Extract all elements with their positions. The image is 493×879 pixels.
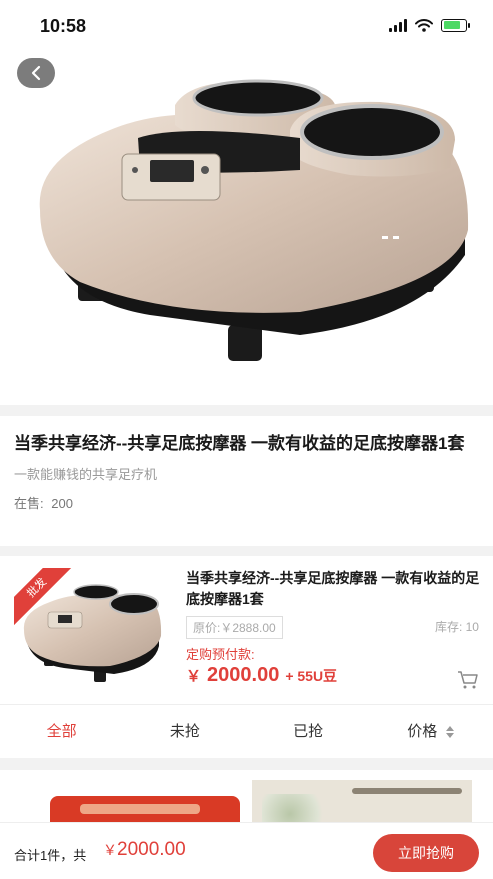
prepay-price: ￥ 2000.00 + 55U豆 (186, 664, 337, 687)
back-button[interactable] (17, 58, 55, 88)
product-thumbnail: 批发 (14, 568, 164, 690)
total-price: ￥ 2000.00 (103, 839, 186, 861)
product-info-card: 当季共享经济--共享足底按摩器 一款有收益的足底按摩器1套 一款能赚钱的共享足疗… (0, 416, 493, 546)
foot-massager-image (39, 79, 469, 361)
buy-now-button[interactable]: 立即抢购 (373, 834, 479, 872)
tab-all[interactable]: 全部 (0, 705, 123, 758)
status-time: 10:58 (40, 16, 87, 36)
product-image (0, 50, 493, 405)
cart-button[interactable] (457, 670, 479, 695)
product-subtitle: 一款能赚钱的共享足疗机 (14, 467, 158, 482)
tab-price[interactable]: 价格 (370, 705, 493, 758)
order-title: 当季共享经济--共享足底按摩器 一款有收益的足底按摩器1套 (186, 570, 480, 607)
battery-icon (441, 18, 470, 32)
prepay-currency: ￥ (186, 668, 202, 685)
chevron-left-icon (31, 65, 41, 81)
order-card[interactable]: 批发 当季共享经济--共享足底按摩器 一款有收益的足底按摩器1套 原价:￥288… (0, 556, 493, 704)
on-sale-value: 200 (51, 496, 73, 511)
signal-icon (389, 18, 407, 32)
status-icons (389, 18, 470, 32)
total-currency: ￥ (103, 842, 117, 858)
tab-price-label: 价格 (407, 723, 438, 740)
total-label: 合计1件，共 (14, 848, 87, 863)
on-sale-label: 在售: (14, 496, 44, 511)
wifi-icon (415, 18, 433, 32)
checkout-bar: 合计1件，共 ￥ 2000.00 立即抢购 (0, 822, 493, 879)
tab-grabbed[interactable]: 已抢 (247, 705, 370, 758)
prepay-amount: 2000.00 (207, 664, 280, 686)
original-price: 原价:￥2888.00 (186, 616, 283, 639)
status-bar: 10:58 (0, 0, 493, 50)
filter-tabs: 全部 未抢 已抢 价格 (0, 704, 493, 758)
bean-reward: + 55U豆 (285, 668, 338, 684)
cart-icon (458, 671, 478, 689)
prepay-label: 定购预付款: (186, 647, 255, 662)
sort-icon (446, 726, 455, 739)
tab-not-grabbed[interactable]: 未抢 (123, 705, 246, 758)
stock-count: 库存: 10 (434, 620, 479, 634)
on-sale-count: 在售: 200 (14, 493, 479, 512)
product-title: 当季共享经济--共享足底按摩器 一款有收益的足底按摩器1套 (14, 434, 465, 453)
total-amount: 2000.00 (117, 839, 186, 860)
